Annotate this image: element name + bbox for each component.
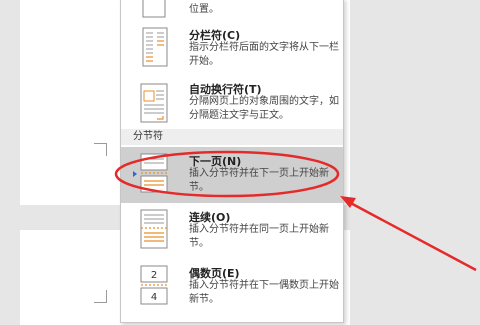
- highlight-ellipse: [114, 150, 340, 198]
- arrow-head-icon: [340, 196, 356, 208]
- pointer-arrow: [344, 198, 477, 272]
- red-annotation: [114, 150, 477, 272]
